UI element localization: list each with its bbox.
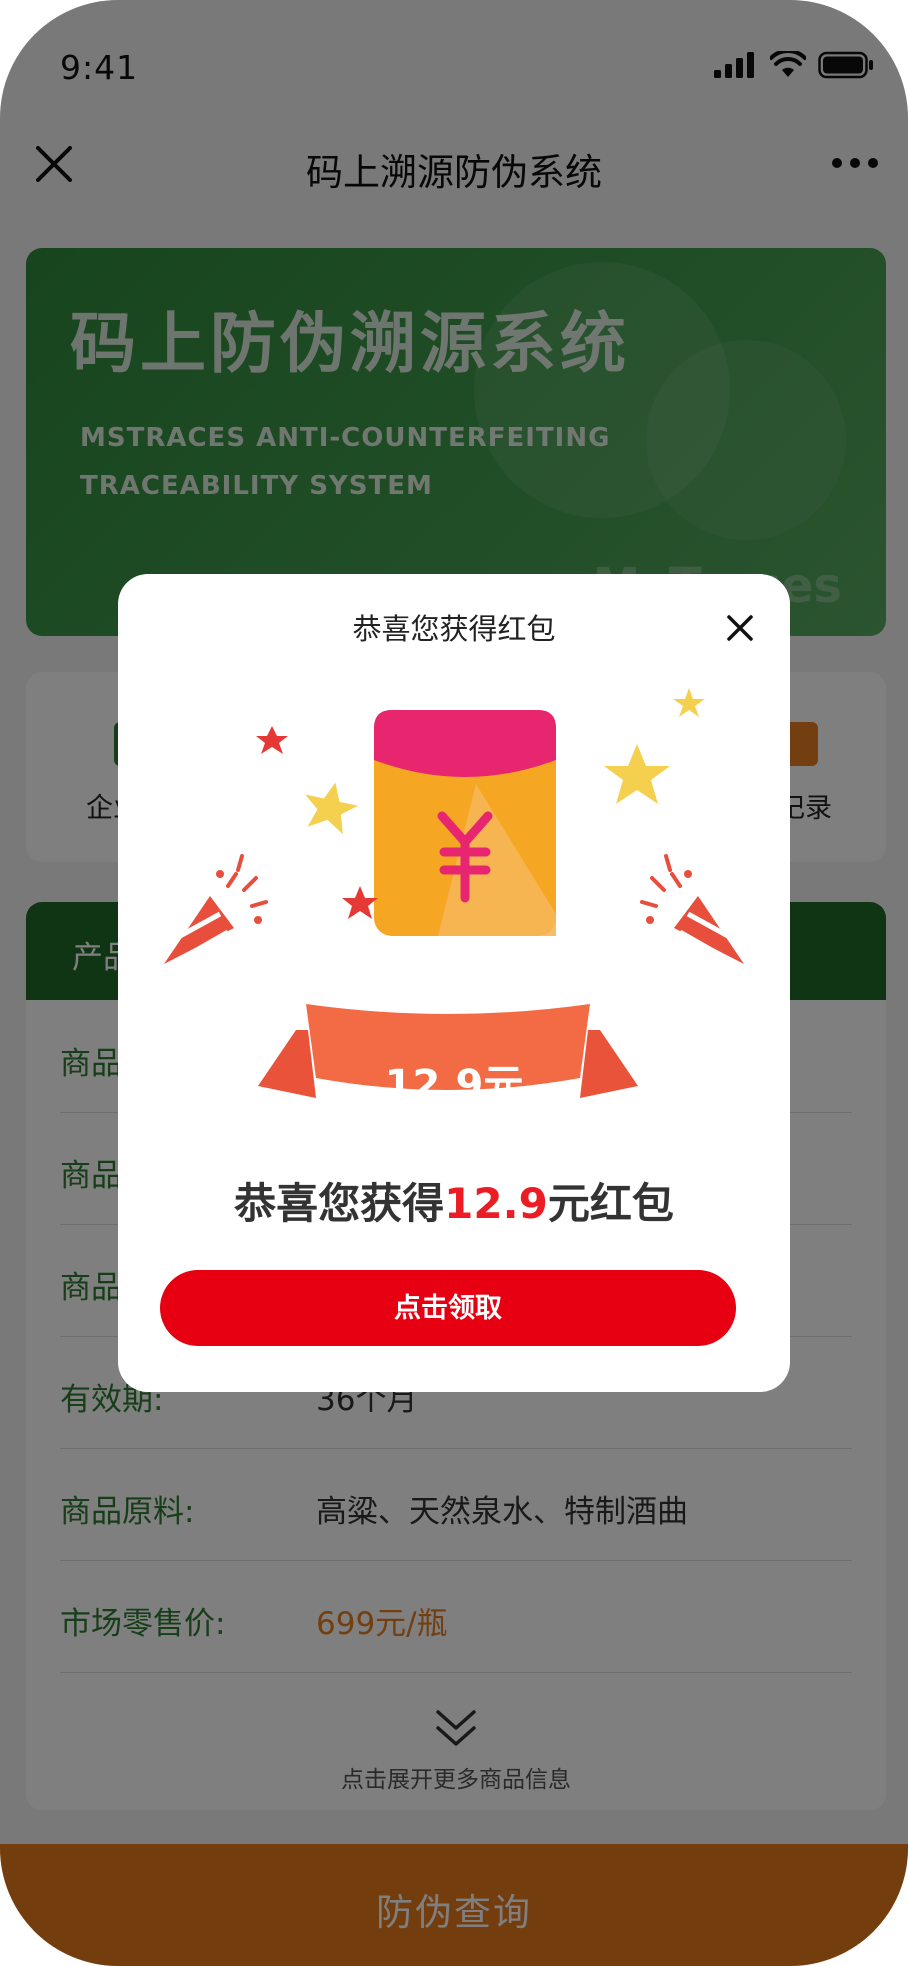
congrats-suffix: 元红包: [547, 1179, 674, 1228]
red-packet-illustration: [164, 688, 744, 964]
modal-title: 恭喜您获得红包: [352, 612, 556, 646]
congrats-amount: 12.9: [444, 1179, 548, 1228]
red-envelope-icon: [374, 710, 556, 936]
star-icon: [604, 744, 670, 804]
party-popper-icon: [164, 854, 268, 964]
party-popper-icon: [640, 854, 744, 964]
star-icon: [342, 886, 378, 919]
claim-button[interactable]: 点击领取: [160, 1270, 736, 1346]
close-icon[interactable]: [726, 614, 754, 642]
phone-screen: 9:41 码上溯源防伪系统 码上防伪溯源系统 MST: [0, 0, 908, 1966]
star-icon: [305, 782, 359, 835]
congrats-prefix: 恭喜您获得: [234, 1179, 445, 1228]
star-icon: [673, 688, 705, 717]
congrats-text: 恭喜您获得12.9元红包: [118, 1170, 790, 1231]
claim-button-label: 点击领取: [394, 1293, 502, 1323]
amount-label: 12.9元: [384, 1062, 524, 1108]
red-packet-modal: 恭喜您获得红包 12.9元 恭喜您获得12.9元红包 点击领取: [118, 574, 790, 1392]
star-icon: [256, 726, 288, 754]
